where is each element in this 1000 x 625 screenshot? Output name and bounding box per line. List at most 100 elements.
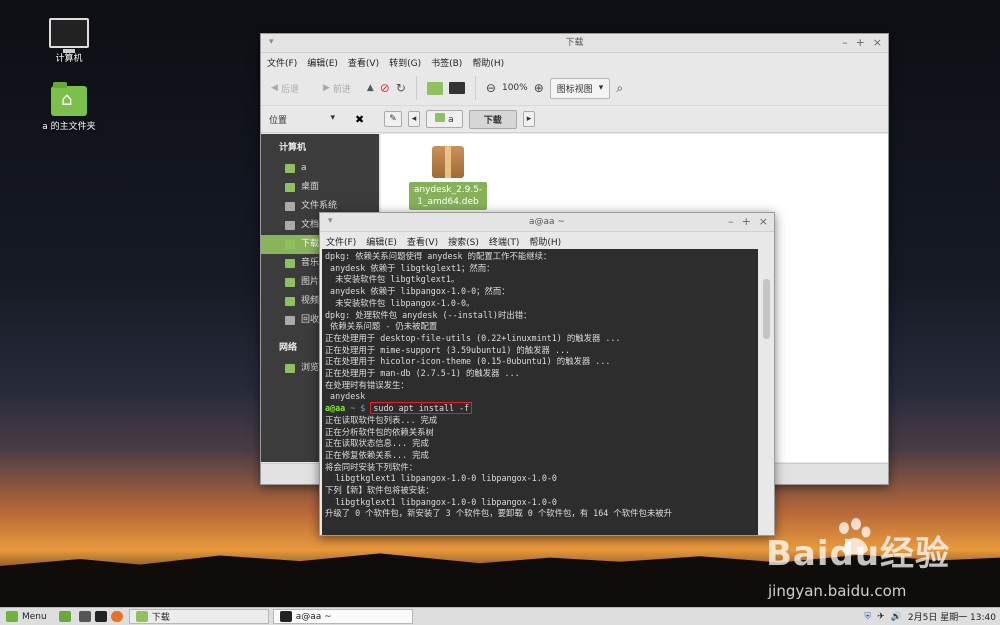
desktop-icon-label: 计算机 <box>55 54 83 64</box>
folder-icon <box>135 611 148 622</box>
network-icon <box>285 364 295 373</box>
location-bar: 位置 ▾ ✖ ✎ ◂ a 下载 ▸ <box>261 106 888 133</box>
terminal-icon <box>94 611 107 622</box>
view-mode-select[interactable]: 图标视图 ▾ <box>549 77 611 99</box>
search-icon: ⌕ <box>616 80 624 95</box>
documents-folder-icon <box>285 221 295 230</box>
sidebar-item-desktop[interactable]: 桌面 <box>261 178 379 197</box>
menu-view[interactable]: 查看(V) <box>348 56 379 69</box>
menu-bookmarks[interactable]: 书签(B) <box>431 56 462 69</box>
terminal-line: 正在修复依赖关系... 完成 <box>325 449 429 460</box>
zoom-in-button[interactable]: ⊕ <box>534 81 544 95</box>
scrollbar-thumb[interactable] <box>763 279 770 339</box>
desktop-icon-computer[interactable]: 计算机 <box>29 18 109 64</box>
desktop-icon <box>58 611 71 622</box>
terminal-line: anydesk 依赖于 libpangox-1.0-0；然而： <box>325 286 510 297</box>
shield-icon[interactable]: ⛨ <box>864 612 871 622</box>
menu-file[interactable]: 文件(F) <box>267 56 297 69</box>
toolbar: ◀ 后退 ▶ 前进 ▲ ⊘ ↻ ⊖ 100% ⊕ 图标视图 ▾ ⌕ <box>261 71 888 106</box>
terminal-line: 正在处理用于 mime-support (3.59ubuntu1) 的触发器 .… <box>325 344 571 355</box>
chevron-right-icon: ▸ <box>526 114 532 124</box>
mint-logo-icon <box>6 611 18 622</box>
terminal-line: dpkg: 处理软件包 anydesk (--install)时出错： <box>325 309 532 320</box>
videos-folder-icon <box>285 297 295 306</box>
system-tray: ⛨ ✈ 🔊 2月5日 星期一 13:40 <box>864 610 1000 624</box>
breadcrumb-downloads[interactable]: 下载 <box>468 109 517 129</box>
stop-button[interactable]: ⊘ <box>380 81 390 95</box>
terminal-line: 正在处理用于 man-db (2.7.5-1) 的触发器 ... <box>325 368 520 379</box>
terminal-line: 依赖关系问题 - 仍未被配置 <box>325 321 438 332</box>
computer-icon <box>78 611 91 622</box>
location-toggle[interactable]: 位置 ▾ <box>269 113 335 126</box>
desktop-icon-home[interactable]: a 的主文件夹 <box>29 82 109 132</box>
terminal-icon <box>279 611 292 622</box>
menu-file[interactable]: 文件(F) <box>326 235 356 248</box>
prompt-path: ~ $ <box>345 403 366 414</box>
arrow-right-icon: ▶ <box>322 83 330 93</box>
terminal-line: anydesk 依赖于 libgtkglext1；然而： <box>325 262 495 273</box>
menu-edit[interactable]: 编辑(E) <box>366 235 397 248</box>
reload-button[interactable]: ↻ <box>396 81 406 95</box>
menu-help[interactable]: 帮助(H) <box>529 235 561 248</box>
desktop-folder-icon <box>285 183 295 192</box>
launcher-terminal[interactable] <box>93 609 109 624</box>
titlebar[interactable]: ▾ a@aa ~ – + × <box>320 213 774 232</box>
terminal-line: 正在处理用于 desktop-file-utils (0.22+linuxmin… <box>325 332 621 343</box>
taskbar-window-terminal[interactable]: a@aa ~ <box>272 609 413 624</box>
sidebar-header: 计算机 <box>279 143 307 153</box>
prompt-user: a@aa <box>325 403 346 414</box>
menu-edit[interactable]: 编辑(E) <box>307 56 338 69</box>
zoom-out-button[interactable]: ⊖ <box>486 81 496 95</box>
home-button[interactable] <box>426 81 443 95</box>
show-desktop-button[interactable] <box>53 609 77 624</box>
titlebar[interactable]: ▾ 下载 – + × <box>261 34 888 53</box>
menu-help[interactable]: 帮助(H) <box>472 56 504 69</box>
terminal-line: 升级了 0 个软件包，新安装了 3 个软件包，要卸载 0 个软件包，有 164 … <box>325 508 672 519</box>
forward-button[interactable]: ▶ 前进 <box>323 82 351 95</box>
minimize-icon[interactable]: – <box>728 215 734 228</box>
zoom-in-icon: ⊕ <box>533 81 544 95</box>
edit-location-button[interactable]: ✎ <box>384 111 402 127</box>
scrollbar[interactable] <box>761 249 773 533</box>
menubar: 文件(F) 编辑(E) 查看(V) 转到(G) 书签(B) 帮助(H) <box>261 53 888 71</box>
minimize-icon[interactable]: – <box>842 36 848 49</box>
menu-view[interactable]: 查看(V) <box>407 235 438 248</box>
maximize-icon[interactable]: + <box>856 36 865 49</box>
network-icon[interactable]: ✈ <box>877 612 885 622</box>
close-icon[interactable]: × <box>873 36 882 49</box>
computer-button[interactable] <box>448 82 465 94</box>
file-item[interactable]: anydesk_2.9.5-1_amd64.deb <box>409 146 487 210</box>
home-folder-icon <box>435 113 446 122</box>
breadcrumb-prev[interactable]: ◂ <box>407 111 421 127</box>
up-button[interactable]: ▲ <box>367 83 374 93</box>
divider <box>474 76 476 100</box>
launcher-computer[interactable] <box>77 609 93 624</box>
sidebar-item-home[interactable]: a <box>261 159 379 178</box>
pencil-icon: ✎ <box>389 114 397 124</box>
computer-icon <box>448 82 465 94</box>
taskbar: Menu 下载 a@aa ~ ⛨ ✈ 🔊 2月5日 星期一 13:40 <box>0 607 1000 625</box>
menu-search[interactable]: 搜索(S) <box>448 235 479 248</box>
volume-icon[interactable]: 🔊 <box>891 612 902 622</box>
terminal-line: 正在处理用于 hicolor-icon-theme (0.15-0ubuntu1… <box>325 356 611 367</box>
menu-go[interactable]: 转到(G) <box>389 56 421 69</box>
close-icon[interactable]: ✖ <box>355 113 364 126</box>
back-button[interactable]: ◀ 后退 <box>271 82 299 95</box>
launcher-firefox[interactable] <box>109 609 125 624</box>
breadcrumb-next[interactable]: ▸ <box>522 111 536 127</box>
pictures-folder-icon <box>285 278 295 287</box>
terminal-line: 未安装软件包 libpangox-1.0-0。 <box>325 297 475 308</box>
drive-icon <box>285 202 295 211</box>
menu-terminal[interactable]: 终端(T) <box>489 235 520 248</box>
breadcrumb-home[interactable]: a <box>426 110 463 128</box>
search-button[interactable]: ⌕ <box>616 81 623 96</box>
terminal-output[interactable]: dpkg: 依赖关系问题使得 anydesk 的配置工作不能继续： anydes… <box>322 249 758 535</box>
menu-button[interactable]: Menu <box>0 609 53 624</box>
terminal-line: dpkg: 依赖关系问题使得 anydesk 的配置工作不能继续： <box>325 251 552 261</box>
clock[interactable]: 2月5日 星期一 13:40 <box>908 610 996 623</box>
close-icon[interactable]: × <box>759 215 768 228</box>
taskbar-window-files[interactable]: 下载 <box>128 609 269 624</box>
terminal-line: 正在分析软件包的依赖关系树 <box>325 426 434 437</box>
maximize-icon[interactable]: + <box>742 215 751 228</box>
computer-icon <box>49 18 89 53</box>
